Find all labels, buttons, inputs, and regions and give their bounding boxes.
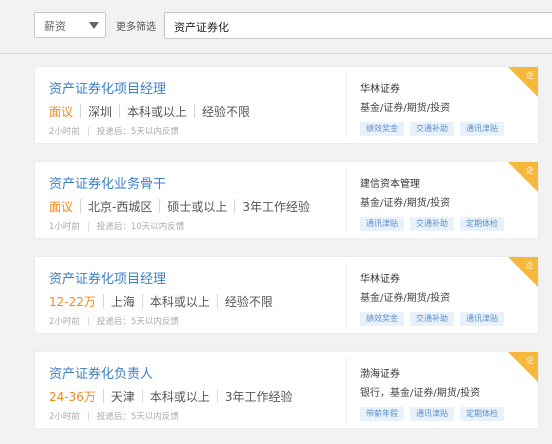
enterprise-badge-label: 企: [526, 261, 534, 270]
divider: [216, 389, 218, 403]
salary-select[interactable]: 薪资: [34, 12, 106, 38]
job-title-link[interactable]: 资产证券化项目经理: [49, 78, 166, 97]
salary-select-value: 薪资: [44, 20, 66, 33]
job-city: 北京-西城区: [88, 199, 153, 214]
company-name-link[interactable]: 建信资本管理: [360, 175, 420, 190]
job-title-link[interactable]: 资产证券化项目经理: [49, 268, 166, 287]
job-requirements: 面议 北京-西城区 硕士或以上 3年工作经验: [49, 197, 310, 215]
enterprise-badge-label: 企: [526, 71, 534, 80]
job-experience: 经验不限: [224, 294, 273, 309]
divider: [87, 126, 89, 136]
job-education: 硕士或以上: [167, 199, 228, 214]
benefit-tag: 绩效奖金: [360, 122, 404, 136]
job-meta: 1小时前 投递后：10天以内反馈: [49, 220, 184, 232]
company-industry: 基金/证券/期货/投资: [360, 198, 451, 209]
benefit-tag: 通讯津贴: [460, 312, 504, 326]
divider: [216, 294, 218, 308]
card-divider: [346, 73, 347, 137]
job-salary: 面议: [49, 104, 74, 119]
benefit-tag: 交通补助: [410, 122, 454, 136]
enterprise-badge-label: 企: [526, 166, 534, 175]
job-feedback: 投递后：10天以内反馈: [96, 222, 185, 232]
benefit-tags: 绩效奖金 交通补助 通讯津贴: [360, 122, 510, 136]
job-posted-time: 1小时前: [49, 222, 80, 232]
divider: [80, 104, 82, 118]
job-requirements: 12-22万 上海 本科或以上 经验不限: [49, 292, 273, 310]
job-title-link[interactable]: 资产证券化负责人: [49, 363, 153, 382]
job-meta: 2小时前 投递后：5天以内反馈: [49, 410, 179, 422]
job-feedback: 投递后：5天以内反馈: [96, 317, 179, 327]
divider: [119, 104, 121, 118]
job-salary: 24-36万: [49, 389, 96, 404]
divider: [102, 389, 104, 403]
benefit-tag: 交通补助: [410, 217, 454, 231]
company-industry: 基金/证券/期货/投资: [360, 103, 451, 114]
job-requirements: 面议 深圳 本科或以上 经验不限: [49, 102, 250, 120]
divider: [234, 199, 236, 213]
benefit-tag: 交通补助: [410, 312, 454, 326]
job-meta: 2小时前 投递后：5天以内反馈: [49, 315, 179, 327]
card-divider: [346, 263, 347, 327]
job-requirements: 24-36万 天津 本科或以上 3年工作经验: [49, 387, 293, 405]
benefit-tags: 带薪年假 通讯津贴 定期体检: [360, 407, 510, 421]
divider: [141, 294, 143, 308]
benefit-tags: 通讯津贴 交通补助 定期体检: [360, 217, 510, 231]
job-city: 天津: [110, 389, 135, 404]
job-education: 本科或以上: [127, 104, 188, 119]
job-salary: 面议: [49, 199, 74, 214]
job-posted-time: 2小时前: [49, 127, 80, 137]
company-name-link[interactable]: 华林证券: [360, 270, 400, 285]
benefit-tag: 带薪年假: [360, 407, 404, 421]
more-filters-link[interactable]: 更多筛选: [116, 18, 156, 33]
job-experience: 3年工作经验: [224, 389, 293, 404]
job-city: 深圳: [88, 104, 113, 119]
card-divider: [346, 358, 347, 422]
benefit-tag: 通讯津贴: [360, 217, 404, 231]
filter-bar: 薪资 更多筛选 资产证券化: [0, 0, 552, 54]
job-card[interactable]: 资产证券化负责人 24-36万 天津 本科或以上 3年工作经验 2小时前 投递后…: [34, 351, 539, 429]
benefit-tag: 通讯津贴: [410, 407, 454, 421]
job-education: 本科或以上: [149, 389, 210, 404]
card-divider: [346, 168, 347, 232]
chevron-down-icon: [89, 22, 99, 29]
job-education: 本科或以上: [149, 294, 210, 309]
job-city: 上海: [110, 294, 135, 309]
job-posted-time: 2小时前: [49, 412, 80, 422]
divider: [194, 104, 196, 118]
benefit-tag: 通讯津贴: [460, 122, 504, 136]
enterprise-badge-label: 企: [526, 356, 534, 365]
divider: [87, 411, 89, 421]
benefit-tags: 绩效奖金 交通补助 通讯津贴: [360, 312, 510, 326]
job-card[interactable]: 资产证券化业务骨干 面议 北京-西城区 硕士或以上 3年工作经验 1小时前 投递…: [34, 161, 539, 239]
job-feedback: 投递后：5天以内反馈: [96, 412, 179, 422]
company-name-link[interactable]: 渤海证券: [360, 365, 400, 380]
company-industry: 基金/证券/期货/投资: [360, 293, 451, 304]
job-meta: 2小时前 投递后：5天以内反馈: [49, 125, 179, 137]
company-name-link[interactable]: 华林证券: [360, 80, 400, 95]
divider: [87, 316, 89, 326]
benefit-tag: 定期体检: [460, 407, 504, 421]
divider: [102, 294, 104, 308]
company-industry: 银行，基金/证券/期货/投资: [360, 388, 481, 399]
divider: [159, 199, 161, 213]
search-input-value: 资产证券化: [174, 21, 229, 34]
divider: [87, 221, 89, 231]
job-card[interactable]: 资产证券化项目经理 面议 深圳 本科或以上 经验不限 2小时前 投递后：5天以内…: [34, 66, 539, 144]
job-posted-time: 2小时前: [49, 317, 80, 327]
job-card[interactable]: 资产证券化项目经理 12-22万 上海 本科或以上 经验不限 2小时前 投递后：…: [34, 256, 539, 334]
job-salary: 12-22万: [49, 294, 96, 309]
divider: [80, 199, 82, 213]
job-experience: 经验不限: [202, 104, 251, 119]
job-experience: 3年工作经验: [242, 199, 311, 214]
job-feedback: 投递后：5天以内反馈: [96, 127, 179, 137]
search-input[interactable]: 资产证券化: [164, 12, 552, 39]
benefit-tag: 绩效奖金: [360, 312, 404, 326]
benefit-tag: 定期体检: [460, 217, 504, 231]
divider: [141, 389, 143, 403]
job-title-link[interactable]: 资产证券化业务骨干: [49, 173, 166, 192]
